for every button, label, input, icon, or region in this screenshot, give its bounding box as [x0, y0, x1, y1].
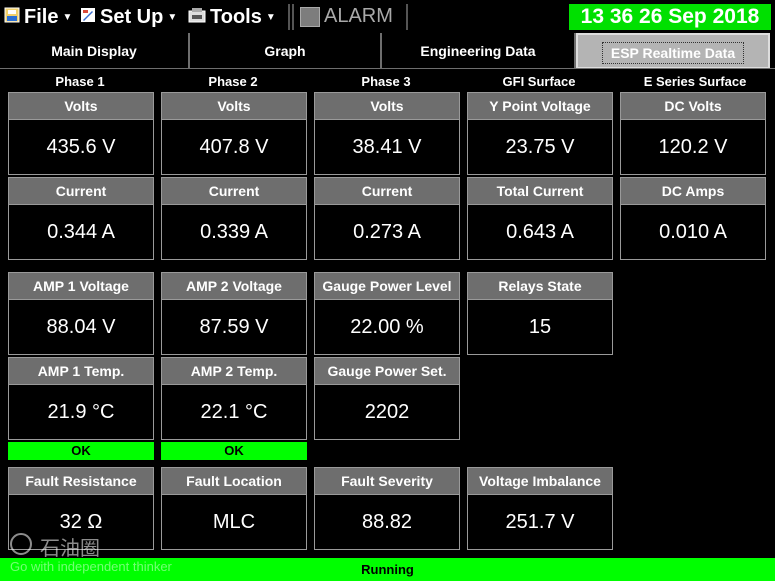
gauge-power-set-card: Gauge Power Set. 2202	[314, 357, 460, 440]
card-value: 15	[467, 300, 613, 355]
tab-divider	[0, 68, 775, 69]
card-value: 0.339 A	[161, 205, 307, 260]
card-value: 22.1 °C	[161, 385, 307, 440]
tools-icon	[188, 6, 206, 29]
setup-icon	[80, 6, 96, 29]
phase-2-volts-card: Volts 407.8 V	[161, 92, 307, 175]
y-point-voltage-card: Y Point Voltage 23.75 V	[467, 92, 613, 175]
setup-menu-label: Set Up	[100, 5, 164, 28]
voltage-imbalance-card: Voltage Imbalance 251.7 V	[467, 467, 613, 550]
card-label: DC Volts	[620, 92, 766, 120]
card-value: 23.75 V	[467, 120, 613, 175]
card-value: 87.59 V	[161, 300, 307, 355]
card-value: 435.6 V	[8, 120, 154, 175]
card-label: Fault Location	[161, 467, 307, 495]
amp-1-temp-card: AMP 1 Temp. 21.9 °C	[8, 357, 154, 440]
tab-esp-realtime-data[interactable]: ESP Realtime Data	[576, 33, 770, 69]
card-value: 407.8 V	[161, 120, 307, 175]
card-value: 0.010 A	[620, 205, 766, 260]
card-value: 88.82	[314, 495, 460, 550]
tab-main-display[interactable]: Main Display	[0, 33, 190, 69]
card-label: AMP 2 Voltage	[161, 272, 307, 300]
card-value: 2202	[314, 385, 460, 440]
card-value: 0.643 A	[467, 205, 613, 260]
card-label: DC Amps	[620, 177, 766, 205]
column-header-phase-1: Phase 1	[55, 74, 105, 89]
card-value: 120.2 V	[620, 120, 766, 175]
card-value: 0.344 A	[8, 205, 154, 260]
total-current-card: Total Current 0.643 A	[467, 177, 613, 260]
toolbar-divider	[288, 4, 290, 30]
card-value: 0.273 A	[314, 205, 460, 260]
tools-menu[interactable]: Tools ▼	[188, 3, 276, 31]
tab-label: ESP Realtime Data	[601, 42, 745, 64]
phase-3-volts-card: Volts 38.41 V	[314, 92, 460, 175]
column-header-phase-2: Phase 2	[208, 74, 258, 89]
card-label: Current	[161, 177, 307, 205]
file-menu-label: File	[24, 5, 59, 28]
card-label: Volts	[314, 92, 460, 120]
card-label: Gauge Power Set.	[314, 357, 460, 385]
chevron-down-icon: ▼	[62, 11, 73, 23]
watermark-text-cn: 石油圈	[40, 536, 100, 560]
card-label: AMP 1 Temp.	[8, 357, 154, 385]
amp-1-status-badge: OK	[8, 442, 154, 460]
card-label: Fault Severity	[314, 467, 460, 495]
toolbar: File ▼ Set Up ▼ Tools ▼ ALARM 13 36 26 S…	[0, 0, 775, 34]
card-label: Volts	[161, 92, 307, 120]
phase-1-current-card: Current 0.344 A	[8, 177, 154, 260]
watermark-logo-icon	[10, 533, 32, 555]
amp-2-temp-card: AMP 2 Temp. 22.1 °C	[161, 357, 307, 440]
card-label: Gauge Power Level	[314, 272, 460, 300]
phase-3-current-card: Current 0.273 A	[314, 177, 460, 260]
alarm-indicator-icon[interactable]	[300, 7, 320, 27]
column-header-gfi-surface: GFI Surface	[502, 74, 576, 89]
card-label: Relays State	[467, 272, 613, 300]
amp-2-status-badge: OK	[161, 442, 307, 460]
card-label: Fault Resistance	[8, 467, 154, 495]
gauge-power-level-card: Gauge Power Level 22.00 %	[314, 272, 460, 355]
tab-engineering-data[interactable]: Engineering Data	[382, 33, 576, 69]
card-value: 88.04 V	[8, 300, 154, 355]
clock-display: 13 36 26 Sep 2018	[569, 4, 771, 30]
phase-2-current-card: Current 0.339 A	[161, 177, 307, 260]
chevron-down-icon: ▼	[265, 11, 276, 23]
phase-1-volts-card: Volts 435.6 V	[8, 92, 154, 175]
alarm-label[interactable]: ALARM	[324, 5, 393, 28]
card-label: Total Current	[467, 177, 613, 205]
amp-2-voltage-card: AMP 2 Voltage 87.59 V	[161, 272, 307, 355]
column-header-e-series-surface: E Series Surface	[643, 74, 747, 89]
dc-amps-card: DC Amps 0.010 A	[620, 177, 766, 260]
file-icon	[4, 6, 20, 29]
card-value: 251.7 V	[467, 495, 613, 550]
chevron-down-icon: ▼	[167, 11, 178, 23]
card-label: Current	[8, 177, 154, 205]
card-value: MLC	[161, 495, 307, 550]
watermark-text-en: Go with independent thinker	[10, 559, 172, 574]
amp-1-voltage-card: AMP 1 Voltage 88.04 V	[8, 272, 154, 355]
card-value: 21.9 °C	[8, 385, 154, 440]
setup-menu[interactable]: Set Up ▼	[80, 3, 177, 31]
card-label: AMP 2 Temp.	[161, 357, 307, 385]
toolbar-divider	[406, 4, 408, 30]
card-label: Y Point Voltage	[467, 92, 613, 120]
card-label: Volts	[8, 92, 154, 120]
column-header-phase-3: Phase 3	[361, 74, 411, 89]
tools-menu-label: Tools	[210, 5, 262, 28]
card-value: 38.41 V	[314, 120, 460, 175]
tab-graph[interactable]: Graph	[190, 33, 382, 69]
card-label: AMP 1 Voltage	[8, 272, 154, 300]
relays-state-card: Relays State 15	[467, 272, 613, 355]
card-value: 22.00 %	[314, 300, 460, 355]
fault-location-card: Fault Location MLC	[161, 467, 307, 550]
toolbar-divider	[292, 4, 294, 30]
fault-severity-card: Fault Severity 88.82	[314, 467, 460, 550]
card-label: Voltage Imbalance	[467, 467, 613, 495]
file-menu[interactable]: File ▼	[4, 3, 72, 31]
dc-volts-card: DC Volts 120.2 V	[620, 92, 766, 175]
tab-bar: Main Display Graph Engineering Data ESP …	[0, 33, 775, 69]
card-label: Current	[314, 177, 460, 205]
